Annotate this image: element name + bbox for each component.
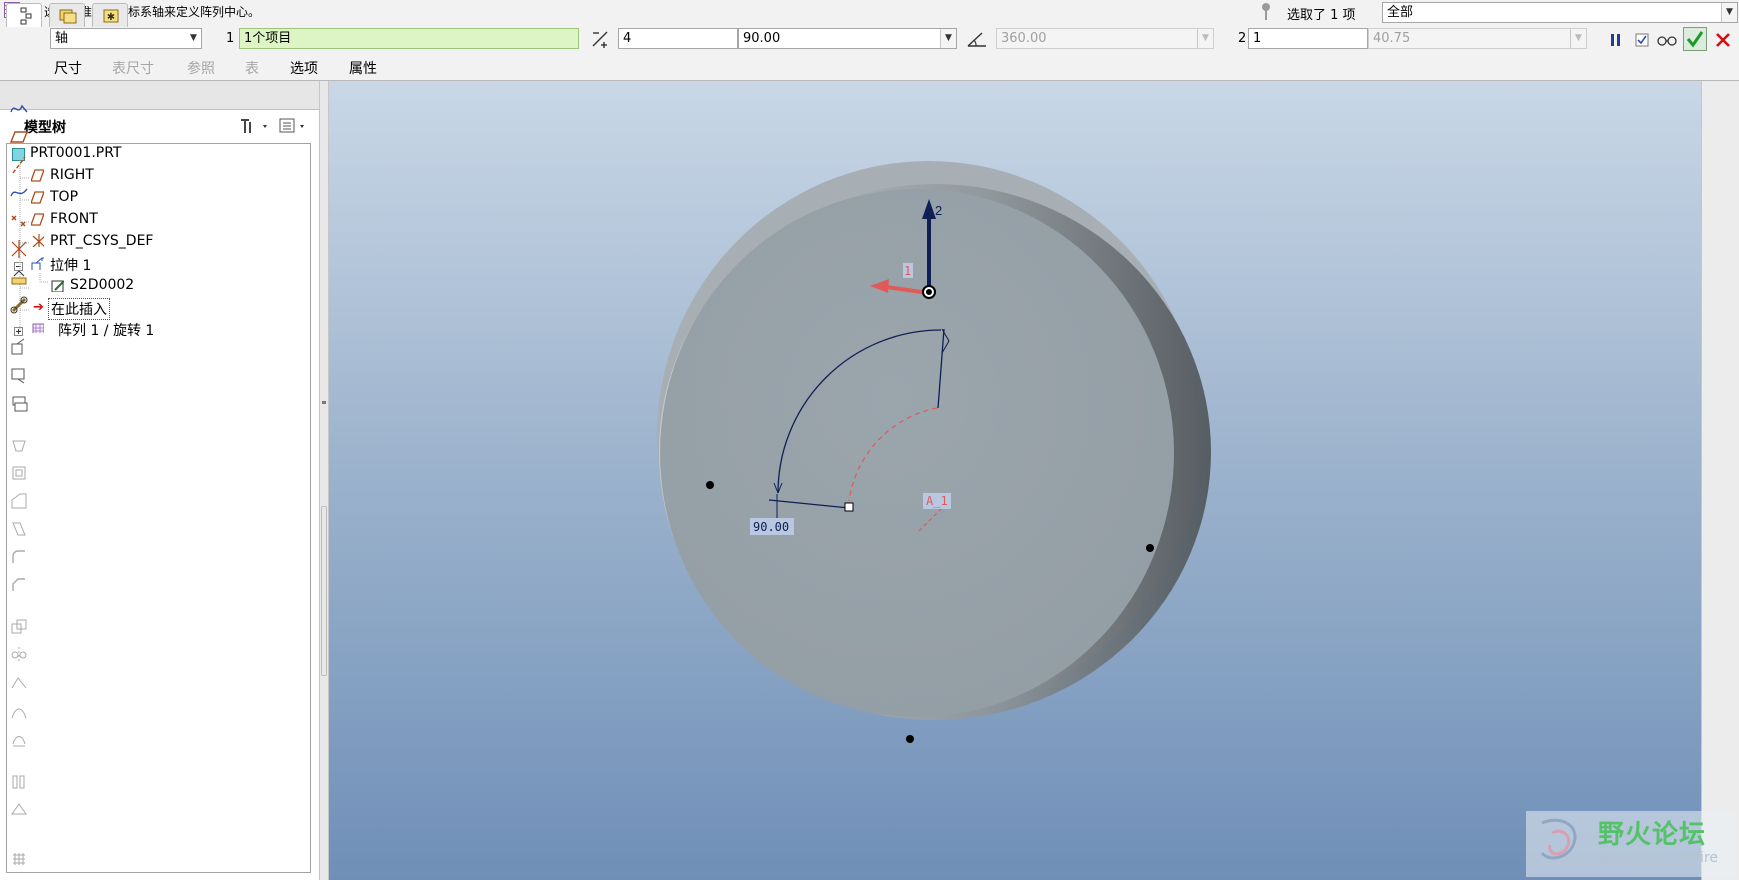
sweep-tool-icon[interactable] — [10, 394, 28, 412]
model-tree-title: 模型树 — [24, 120, 66, 136]
chevron-down-icon: ▼ — [186, 29, 201, 48]
tree-item-insert-here[interactable]: 在此插入 — [48, 298, 110, 320]
verify-glasses-icon[interactable] — [1654, 29, 1680, 51]
direction-1-label: 1 — [904, 264, 911, 278]
tab-favorites[interactable]: ✱ — [92, 3, 128, 27]
graphics-window[interactable]: A_1 90.00 2 1 — [329, 81, 1701, 880]
round-tool-icon[interactable] — [10, 548, 28, 566]
chevron-down-icon: ▼ — [940, 29, 956, 48]
datum-plane-tool-icon[interactable] — [10, 128, 28, 146]
shell-tool-icon[interactable] — [10, 464, 28, 482]
navigator-splitter[interactable] — [319, 81, 329, 880]
reference-tool-icon[interactable] — [10, 296, 28, 314]
pattern-member-dot[interactable] — [1146, 544, 1154, 552]
chevron-down-icon: ▼ — [1721, 3, 1737, 22]
angular-extent-value: 360.00 — [1001, 31, 1047, 46]
tree-item-right[interactable]: RIGHT — [50, 167, 94, 183]
pattern-member-dot[interactable] — [906, 735, 914, 743]
sketch-icon — [51, 280, 64, 292]
angular-extent-icon[interactable] — [966, 29, 988, 49]
analysis-tool-icon[interactable] — [10, 268, 28, 286]
tab-properties[interactable]: 属性 — [349, 58, 377, 78]
tree-item-csys[interactable]: PRT_CSYS_DEF — [50, 233, 153, 249]
watermark-title: 野火论坛 — [1598, 820, 1707, 850]
member-count-icon — [592, 31, 608, 48]
first-direction-collector[interactable]: 1个项目 — [239, 28, 579, 49]
model-view[interactable]: A_1 90.00 2 1 — [329, 81, 1701, 880]
angle-increment-input[interactable]: 90.00 ▼ — [738, 28, 957, 49]
second-direction-count-input[interactable]: 1 — [1248, 28, 1368, 49]
datum-point-tool-icon[interactable] — [10, 212, 28, 230]
merge-tool-icon[interactable] — [10, 674, 28, 692]
tree-item-top[interactable]: TOP — [50, 189, 78, 205]
tree-item-pattern[interactable]: 阵列 1 / 旋转 1 — [58, 320, 154, 340]
settings-tools-icon[interactable] — [238, 116, 272, 136]
second-direction-index: 2 — [1238, 31, 1247, 46]
svg-text:✱: ✱ — [107, 12, 115, 23]
revolve-tool-icon[interactable] — [10, 366, 28, 384]
ok-button[interactable] — [1683, 27, 1707, 51]
tree-item-extrude[interactable]: 拉伸 1 — [50, 255, 91, 275]
chamfer-tool-icon[interactable] — [10, 576, 28, 594]
pattern-tool-icon[interactable] — [10, 850, 28, 868]
tab-model-tree[interactable] — [6, 3, 42, 27]
member-count-input[interactable]: 4 — [618, 28, 738, 49]
datum-axis-tool-icon[interactable] — [10, 156, 28, 174]
tab-references: 参照 — [187, 61, 215, 77]
angle-dimension-value[interactable]: 90.00 — [753, 520, 789, 534]
model-tree — [6, 143, 311, 873]
watermark-logo-icon — [1540, 818, 1577, 860]
tab-table-dimensions: 表尺寸 — [112, 61, 154, 77]
csys-tool-icon[interactable] — [10, 240, 28, 258]
tree-item-sketch[interactable]: S2D0002 — [70, 277, 134, 293]
axis-label[interactable]: A_1 — [926, 494, 948, 508]
pattern-member-dot[interactable] — [706, 481, 714, 489]
tree-item-front[interactable]: FRONT — [50, 211, 98, 227]
thicken-tool-icon[interactable] — [10, 772, 28, 790]
direction-2-label: 2 — [935, 203, 942, 218]
pattern-type-select[interactable]: 轴 ▼ — [50, 28, 202, 49]
pushpin-icon[interactable] — [1259, 2, 1273, 22]
second-direction-spacing-value: 40.75 — [1373, 31, 1411, 46]
first-direction-index: 1 — [226, 31, 235, 46]
selection-filter-value: 全部 — [1387, 5, 1414, 20]
datum-display-icon[interactable] — [10, 100, 28, 118]
tab-tables: 表 — [245, 61, 259, 77]
offset-tool-icon[interactable] — [10, 730, 28, 748]
selection-filter-select[interactable]: 全部 ▼ — [1382, 2, 1738, 23]
show-options-icon[interactable] — [278, 116, 312, 136]
feature-toolbar — [1701, 81, 1739, 880]
drag-handle[interactable] — [844, 502, 854, 512]
tree-item-part[interactable]: PRT0001.PRT — [30, 145, 122, 161]
rib-tool-icon[interactable] — [10, 492, 28, 510]
pattern-type-value: 轴 — [55, 31, 69, 46]
datum-curve-tool-icon[interactable] — [10, 184, 28, 202]
draft-tool-icon[interactable] — [10, 520, 28, 538]
copy-tool-icon[interactable] — [10, 618, 28, 636]
tab-options[interactable]: 选项 — [290, 58, 318, 78]
mirror-tool-icon[interactable] — [10, 646, 28, 664]
folder-icon — [59, 9, 77, 24]
selection-status: 选取了 1 项 — [1287, 8, 1356, 23]
chevron-down-icon: ▼ — [1570, 29, 1586, 48]
model-tree-icon — [20, 7, 32, 25]
watermark-url: www.proewildfire — [1598, 850, 1719, 866]
chevron-down-icon: ▼ — [1197, 29, 1213, 48]
cancel-button[interactable] — [1712, 29, 1734, 51]
extrude-tool-icon[interactable] — [10, 338, 28, 356]
angle-increment-value: 90.00 — [743, 31, 781, 46]
pattern-member-leader-dot — [926, 289, 932, 295]
preview-checkbox[interactable] — [1631, 29, 1653, 51]
tab-dimensions[interactable]: 尺寸 — [54, 58, 82, 78]
pause-button[interactable] — [1605, 29, 1627, 51]
tab-folder-browser[interactable] — [49, 3, 85, 27]
favorites-icon: ✱ — [103, 9, 119, 23]
solidify-tool-icon[interactable] — [10, 800, 28, 818]
navigator-tabs — [0, 81, 320, 110]
angular-extent-input: 360.00 ▼ — [996, 28, 1214, 49]
trim-tool-icon[interactable] — [10, 702, 28, 720]
hole-tool-icon[interactable] — [10, 436, 28, 454]
second-direction-spacing-input: 40.75 ▼ — [1368, 28, 1587, 49]
cylinder-face[interactable] — [660, 189, 1174, 717]
